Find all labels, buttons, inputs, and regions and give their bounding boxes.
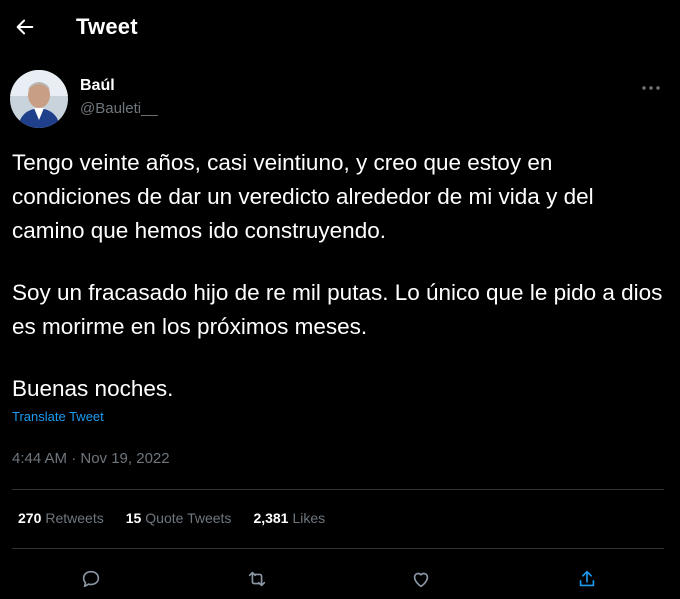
reply-icon <box>82 570 100 588</box>
tweet-paragraph: Tengo veinte años, casi veintiuno, y cre… <box>12 150 594 243</box>
tweet-paragraph: Buenas noches. <box>12 376 174 401</box>
share-button[interactable] <box>572 564 602 594</box>
arrow-left-icon <box>16 19 34 35</box>
likes-stat[interactable]: 2,381 Likes <box>253 510 325 526</box>
more-button[interactable] <box>638 78 664 98</box>
action-bar <box>0 562 680 596</box>
divider <box>12 489 664 490</box>
translate-tweet-link[interactable]: Translate Tweet <box>12 409 104 424</box>
retweet-icon <box>248 571 266 587</box>
tweet-paragraph: Soy un fracasado hijo de re mil putas. L… <box>12 280 663 339</box>
page-title: Tweet <box>76 14 138 39</box>
back-button[interactable] <box>10 12 40 42</box>
quote-tweets-label: Quote Tweets <box>145 510 232 526</box>
quote-tweets-count: 15 <box>125 510 142 526</box>
quote-tweets-stat[interactable]: 15 Quote Tweets <box>126 510 232 526</box>
more-icon <box>642 86 660 90</box>
author-handle: @Bauleti__ <box>80 100 158 117</box>
likes-count: 2,381 <box>253 510 289 526</box>
tweet-author: Baúl @Bauleti__ <box>10 70 670 132</box>
likes-label: Likes <box>292 510 326 526</box>
tweet-text: Tengo veinte años, casi veintiuno, y cre… <box>12 146 668 406</box>
top-bar: Tweet <box>0 0 680 54</box>
divider <box>12 548 664 549</box>
reply-button[interactable] <box>76 564 106 594</box>
like-icon <box>413 572 429 588</box>
retweet-button[interactable] <box>242 564 272 594</box>
author-name[interactable]: Baúl <box>80 77 115 95</box>
retweets-label: Retweets <box>45 510 104 526</box>
avatar[interactable] <box>10 70 68 128</box>
share-icon <box>579 570 595 587</box>
profile-photo <box>10 70 68 128</box>
engagement-stats: 270 Retweets 15 Quote Tweets 2,381 Likes <box>18 510 325 526</box>
tweet-timestamp[interactable]: 4:44 AM · Nov 19, 2022 <box>12 450 170 467</box>
retweets-count: 270 <box>18 510 42 526</box>
retweets-stat[interactable]: 270 Retweets <box>18 510 104 526</box>
like-button[interactable] <box>406 564 436 594</box>
